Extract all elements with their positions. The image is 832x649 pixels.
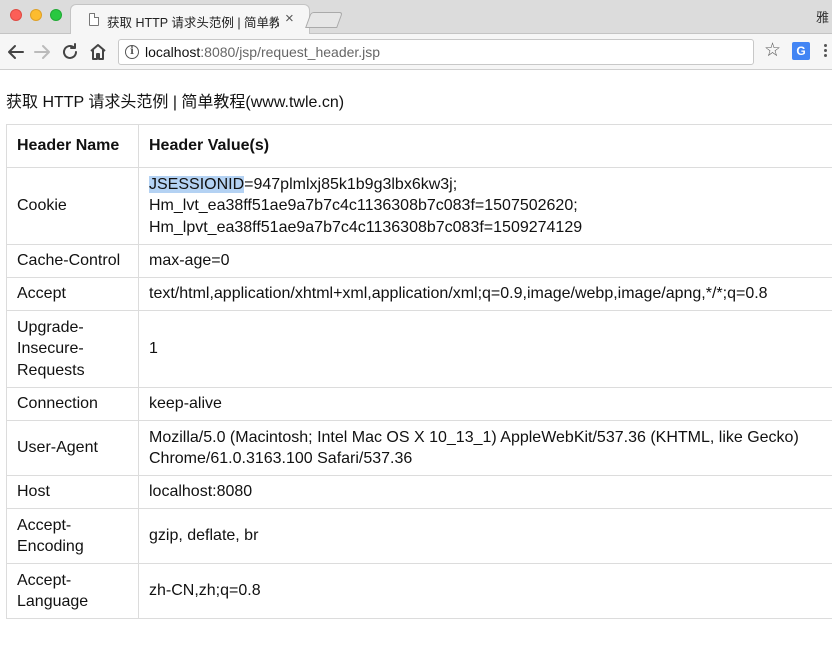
tab-strip: 获取 HTTP 请求头范例 | 简单教 × 雅 [0, 0, 832, 35]
table-row: Host localhost:8080 [6, 475, 832, 509]
table-row: Cache-Control max-age=0 [6, 244, 832, 278]
value-line: Chrome/61.0.3163.100 Safari/537.36 [149, 450, 413, 467]
selected-text: JSESSIONID [149, 175, 245, 193]
column-header-name: Header Name [6, 124, 139, 168]
document-icon [89, 13, 99, 26]
name-line: Requests [17, 361, 85, 379]
table-row: Accept- Language zh-CN,zh;q=0.8 [6, 563, 832, 619]
name-line: Accept- [17, 516, 72, 534]
request-header-table: Header Name Header Value(s) Cookie JSESS… [6, 124, 832, 619]
header-value-cell: max-age=0 [138, 244, 832, 278]
column-header-value: Header Value(s) [138, 124, 832, 168]
address-bar[interactable]: i localhost:8080/jsp/request_header.jsp [118, 39, 754, 65]
header-name-cell: User-Agent [6, 420, 139, 476]
home-icon[interactable] [86, 40, 110, 64]
url-text[interactable]: localhost:8080/jsp/request_header.jsp [145, 44, 380, 60]
name-line: Insecure- [17, 340, 84, 358]
header-name-cell: Upgrade- Insecure- Requests [6, 310, 139, 388]
back-arrow-icon[interactable] [4, 40, 28, 64]
url-host: localhost [145, 44, 201, 60]
table-row: Accept- Encoding gzip, deflate, br [6, 508, 832, 564]
value-line: Hm_lvt_ea38ff51ae9a7b7c4c1136308b7c083f=… [149, 197, 578, 215]
page-heading: 获取 HTTP 请求头范例 | 简单教程(www.twle.cn) [6, 94, 345, 111]
tab-close-icon[interactable]: × [285, 10, 294, 27]
table-row: Connection keep-alive [6, 387, 832, 421]
reload-icon[interactable] [58, 40, 82, 64]
forward-arrow-icon[interactable] [30, 40, 54, 64]
header-value-cell: Mozilla/5.0 (Macintosh; Intel Mac OS X 1… [138, 420, 832, 476]
name-line: Accept- [17, 571, 72, 589]
translate-icon[interactable]: G [792, 42, 810, 60]
table-row: Upgrade- Insecure- Requests 1 [6, 310, 832, 388]
tab-title: 获取 HTTP 请求头范例 | 简单教 [107, 16, 279, 30]
name-line: Language [17, 593, 89, 610]
table-header-row: Header Name Header Value(s) [6, 124, 832, 168]
header-name-cell: Connection [6, 387, 139, 421]
header-value-cell: localhost:8080 [138, 475, 832, 509]
header-name-cell: Cache-Control [6, 244, 139, 278]
bookmark-star-icon[interactable]: ☆ [764, 39, 781, 63]
header-value-cell: keep-alive [138, 387, 832, 421]
header-value-cell: text/html,application/xhtml+xml,applicat… [138, 277, 832, 311]
value-line: Hm_lpvt_ea38ff51ae9a7b7c4c1136308b7c083f… [149, 218, 583, 236]
header-value-cell: gzip, deflate, br [138, 508, 832, 564]
header-name-cell: Host [6, 475, 139, 509]
minimize-window-button[interactable] [30, 9, 42, 21]
header-name-cell: Accept [6, 277, 139, 311]
menu-dots-icon[interactable] [822, 42, 832, 62]
value-line: Mozilla/5.0 (Macintosh; Intel Mac OS X 1… [149, 428, 799, 446]
tab-request-header[interactable]: 获取 HTTP 请求头范例 | 简单教 × [70, 4, 310, 35]
new-tab-button[interactable] [305, 12, 343, 28]
url-path: :8080/jsp/request_header.jsp [200, 44, 381, 60]
header-value-cell: zh-CN,zh;q=0.8 [138, 563, 832, 619]
table-row: Cookie JSESSIONID=947plmlxj85k1b9g3lbx6k… [6, 167, 832, 245]
name-line: Upgrade- [17, 318, 84, 336]
table-row: User-Agent Mozilla/5.0 (Macintosh; Intel… [6, 420, 832, 476]
header-value-cell: 1 [138, 310, 832, 388]
profile-label[interactable]: 雅 [816, 7, 829, 26]
site-info-icon[interactable]: i [125, 45, 139, 59]
header-value-cell: JSESSIONID=947plmlxj85k1b9g3lbx6kw3j; Hm… [138, 167, 832, 245]
close-window-button[interactable] [10, 9, 22, 21]
header-name-cell: Cookie [6, 167, 139, 245]
value-line: =947plmlxj85k1b9g3lbx6kw3j; [244, 175, 458, 193]
table-row: Accept text/html,application/xhtml+xml,a… [6, 277, 832, 311]
maximize-window-button[interactable] [50, 9, 62, 21]
name-line: Encoding [17, 538, 84, 555]
browser-toolbar: i localhost:8080/jsp/request_header.jsp … [0, 34, 832, 70]
header-name-cell: Accept- Language [6, 563, 139, 619]
header-name-cell: Accept- Encoding [6, 508, 139, 564]
